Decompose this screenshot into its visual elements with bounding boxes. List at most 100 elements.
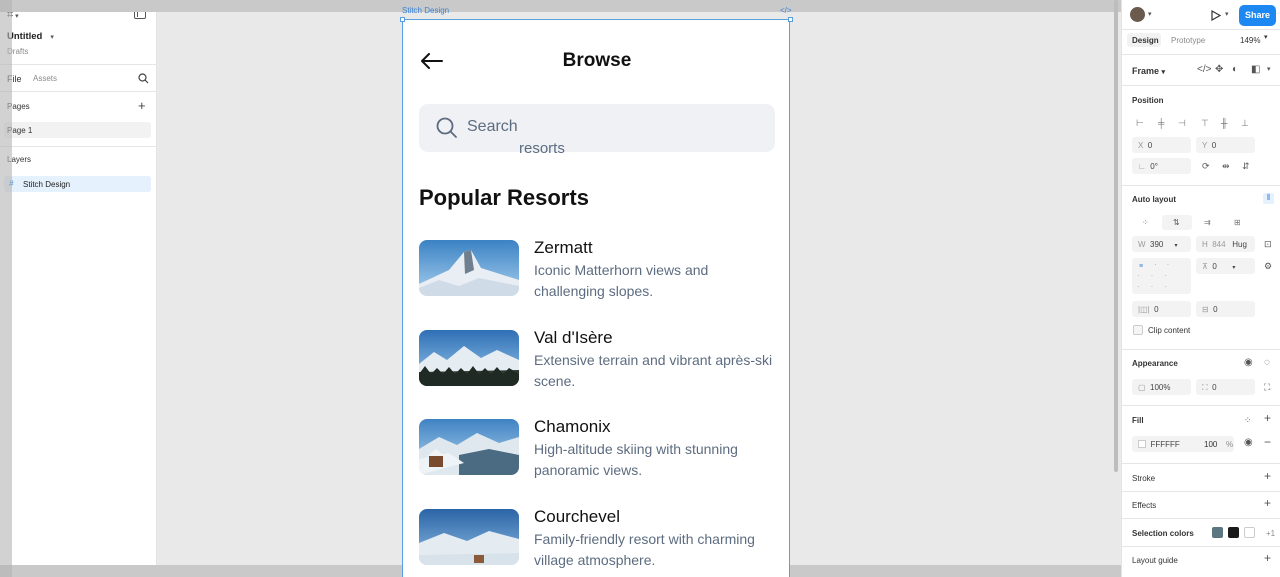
padding-horizontal-field[interactable]: |◫| 0 bbox=[1132, 301, 1191, 317]
resize-to-fit-icon[interactable]: ⊡ bbox=[1264, 239, 1272, 249]
resort-thumbnail bbox=[419, 330, 519, 386]
auto-layout-heading: Auto layout bbox=[1132, 195, 1176, 204]
layout-wrap-icon[interactable]: ⁘ bbox=[1142, 218, 1149, 228]
zoom-level[interactable]: 149% bbox=[1240, 36, 1260, 45]
resize-handle[interactable] bbox=[788, 17, 793, 22]
clip-content-label: Clip content bbox=[1148, 326, 1191, 335]
component-icon[interactable]: ✥ bbox=[1215, 65, 1223, 75]
share-button[interactable]: Share bbox=[1239, 5, 1276, 26]
search-icon bbox=[436, 117, 457, 138]
align-top-left-icon: ≡ bbox=[1139, 263, 1144, 270]
align-bottom-icon[interactable]: ⊥ bbox=[1241, 118, 1249, 128]
avatar[interactable] bbox=[1130, 7, 1145, 22]
file-name[interactable]: Untitled ▾ bbox=[7, 31, 54, 42]
styles-icon[interactable]: ⁘ bbox=[1244, 415, 1252, 425]
code-icon[interactable]: </> bbox=[1197, 65, 1211, 75]
layout-horizontal-icon[interactable]: ⇉ bbox=[1204, 218, 1211, 228]
chevron-down-icon[interactable]: ▾ bbox=[50, 34, 54, 41]
frame-type-dropdown[interactable]: Frame ▾ bbox=[1132, 66, 1165, 76]
add-stroke-icon[interactable]: + bbox=[1264, 470, 1271, 482]
fill-field[interactable]: FFFFFF bbox=[1132, 436, 1234, 452]
effects-heading: Effects bbox=[1132, 501, 1157, 510]
layer-item[interactable]: # Stitch Design bbox=[4, 176, 151, 192]
mobile-frame[interactable]: Browse Search resorts Popular Resorts Ze… bbox=[402, 19, 790, 577]
align-center-icon[interactable]: ╪ bbox=[1158, 118, 1164, 128]
auto-layout-toggle-icon[interactable]: ⫴ bbox=[1263, 193, 1274, 204]
chevron-down-icon[interactable]: ▾ bbox=[1267, 65, 1271, 75]
resort-card-chamonix[interactable]: Chamonix High-altitude skiing with stunn… bbox=[419, 417, 779, 489]
y-field[interactable]: Y 0 bbox=[1196, 137, 1255, 153]
clip-content-checkbox[interactable] bbox=[1133, 325, 1143, 335]
page-item[interactable]: Page 1 bbox=[4, 122, 151, 138]
resort-description: Extensive terrain and vibrant après-ski … bbox=[534, 352, 773, 389]
opacity-field[interactable]: ▢ 100% bbox=[1132, 379, 1191, 395]
padding-vertical-field[interactable]: ⊟ 0 bbox=[1196, 301, 1255, 317]
page-title: Browse bbox=[562, 50, 632, 71]
resort-description: High-altitude skiing with stunning panor… bbox=[534, 441, 738, 478]
rotate-icon[interactable]: ⟳ bbox=[1202, 161, 1210, 171]
align-middle-icon[interactable]: ╫ bbox=[1221, 118, 1227, 128]
add-layout-guide-icon[interactable]: + bbox=[1264, 552, 1271, 564]
width-field[interactable]: W 390 ▾ bbox=[1132, 236, 1191, 252]
code-icon[interactable]: </> bbox=[780, 6, 792, 15]
selection-colors-more[interactable]: +1 bbox=[1266, 529, 1275, 538]
resort-card-val-disere[interactable]: Val d'Isère Extensive terrain and vibran… bbox=[419, 328, 779, 400]
x-field[interactable]: X 0 bbox=[1132, 137, 1191, 153]
resort-thumbnail bbox=[419, 240, 519, 296]
stroke-heading: Stroke bbox=[1132, 474, 1156, 483]
rotation-field[interactable]: ∟ 0° bbox=[1132, 158, 1191, 174]
left-gutter bbox=[0, 0, 12, 577]
layout-grid-icon[interactable]: ⊞ bbox=[1234, 218, 1241, 228]
resort-name: Courchevel bbox=[534, 507, 620, 526]
frame-name-label[interactable]: Stitch Design bbox=[402, 6, 449, 15]
add-effect-icon[interactable]: + bbox=[1264, 497, 1271, 509]
align-top-icon[interactable]: ⊤ bbox=[1201, 118, 1209, 128]
tab-design[interactable]: Design bbox=[1132, 36, 1159, 45]
flip-vertical-icon[interactable]: ⇵ bbox=[1242, 161, 1250, 171]
resort-name: Val d'Isère bbox=[534, 328, 613, 347]
search-input[interactable]: Search bbox=[419, 104, 775, 152]
fill-opacity[interactable]: 100 bbox=[1204, 440, 1217, 449]
height-field[interactable]: H 844 Hug bbox=[1196, 236, 1255, 252]
align-left-icon[interactable]: ⊢ bbox=[1136, 118, 1144, 128]
section-title: Popular Resorts bbox=[419, 185, 589, 210]
resort-thumbnail bbox=[419, 509, 519, 565]
resort-card-zermatt[interactable]: Zermatt Iconic Matterhorn views and chal… bbox=[419, 238, 779, 310]
eye-icon[interactable]: ◉ bbox=[1244, 358, 1253, 368]
search-icon[interactable] bbox=[138, 73, 149, 84]
mask-icon[interactable]: ◧ bbox=[1251, 65, 1260, 75]
layout-vertical-icon[interactable]: ⇅ bbox=[1173, 218, 1180, 228]
resort-name: Zermatt bbox=[534, 238, 593, 257]
search-overflow-text: resorts bbox=[519, 140, 565, 154]
fill-percent-symbol: % bbox=[1226, 440, 1234, 449]
corner-expand-icon[interactable]: ⛶ bbox=[1264, 382, 1270, 392]
eye-icon[interactable]: ◉ bbox=[1244, 438, 1253, 448]
resize-handle[interactable] bbox=[400, 17, 405, 22]
position-heading: Position bbox=[1132, 96, 1164, 105]
tab-assets[interactable]: Assets bbox=[33, 74, 57, 83]
canvas-scrollbar[interactable] bbox=[1114, 0, 1118, 472]
alignment-grid[interactable]: ≡ ·· ··· ··· bbox=[1132, 258, 1191, 294]
chevron-down-icon[interactable]: ▾ bbox=[1148, 10, 1152, 18]
play-icon[interactable] bbox=[1211, 10, 1221, 21]
add-fill-icon[interactable]: + bbox=[1264, 412, 1271, 424]
tab-prototype[interactable]: Prototype bbox=[1171, 36, 1205, 45]
selection-color-swatch[interactable] bbox=[1228, 527, 1239, 538]
remove-fill-icon[interactable]: − bbox=[1264, 436, 1271, 448]
chevron-down-icon[interactable]: ▾ bbox=[1264, 33, 1268, 41]
layer-item-label: Stitch Design bbox=[23, 180, 71, 189]
flip-horizontal-icon[interactable]: ⇹ bbox=[1222, 161, 1230, 171]
contrast-icon[interactable]: ◐ bbox=[1232, 65, 1238, 75]
blend-mode-icon[interactable]: ◌ bbox=[1264, 358, 1270, 368]
selection-color-swatch[interactable] bbox=[1244, 527, 1255, 538]
chevron-down-icon[interactable]: ▾ bbox=[1225, 10, 1229, 18]
gap-field[interactable]: ⊼ 0 ▾ bbox=[1196, 258, 1255, 274]
appearance-heading: Appearance bbox=[1132, 359, 1178, 368]
layout-settings-icon[interactable]: ⚙ bbox=[1264, 261, 1272, 271]
resort-name: Chamonix bbox=[534, 417, 611, 436]
corner-radius-field[interactable]: ⛶ 0 bbox=[1196, 379, 1255, 395]
selection-color-swatch[interactable] bbox=[1212, 527, 1223, 538]
align-right-icon[interactable]: ⊣ bbox=[1178, 118, 1186, 128]
add-page-icon[interactable]: + bbox=[138, 98, 146, 113]
resort-card-courchevel[interactable]: Courchevel Family-friendly resort with c… bbox=[419, 507, 779, 577]
